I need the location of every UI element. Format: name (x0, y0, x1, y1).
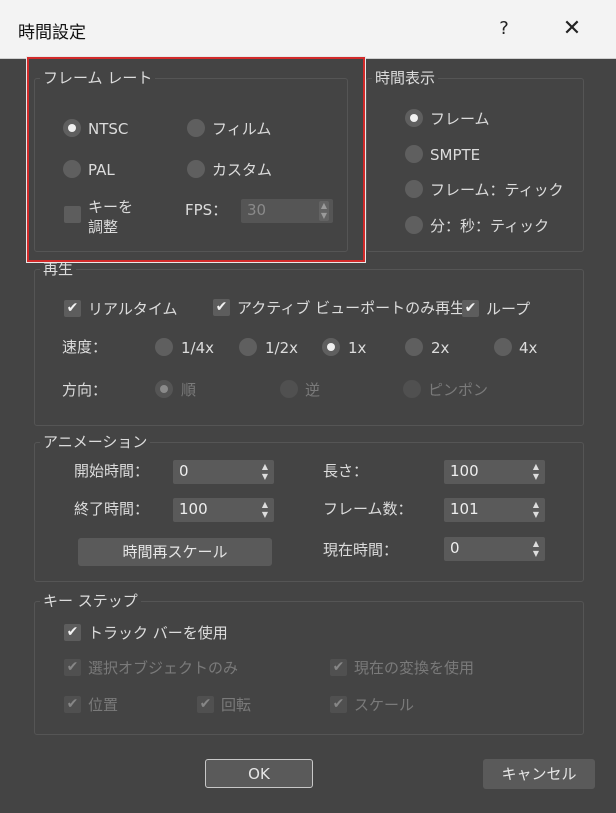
custom-radio[interactable] (187, 160, 205, 178)
ntsc-label: NTSC (88, 120, 129, 138)
position-label: 位置 (88, 696, 119, 714)
pal-radio[interactable] (63, 160, 81, 178)
current-time-value: 0 (450, 539, 460, 557)
loop-label: ループ (486, 300, 531, 318)
length-arrows[interactable]: ▲ ▼ (531, 462, 541, 482)
frame-count-label: フレーム数： (323, 500, 413, 518)
direction-forward-label: 順 (181, 381, 197, 399)
ok-label: OK (248, 765, 270, 783)
use-trackbar-checkbox[interactable]: ✔ (64, 624, 81, 641)
start-time-value: 0 (179, 462, 189, 480)
speed-quarter-label: 1/4x (181, 339, 215, 357)
cancel-label: キャンセル (501, 765, 577, 783)
fps-label: FPS： (185, 201, 228, 219)
start-time-label: 開始時間： (74, 462, 150, 480)
animation-title: アニメーション (40, 433, 151, 451)
frame-ticks-radio[interactable] (405, 180, 423, 198)
fps-spinner-arrows[interactable]: ▲ ▼ (319, 201, 329, 221)
direction-label: 方向： (62, 381, 108, 399)
length-value: 100 (450, 462, 479, 480)
start-time-arrows[interactable]: ▲ ▼ (260, 462, 270, 482)
active-viewport-checkbox[interactable]: ✔ (213, 299, 230, 316)
frames-label: フレーム (430, 110, 490, 128)
speed-half-label: 1/2x (265, 339, 299, 357)
direction-pingpong-label: ピンポン (428, 381, 489, 399)
current-time-arrows[interactable]: ▲ ▼ (531, 539, 541, 559)
window-title: 時間設定 (18, 23, 86, 43)
frame-count-arrows[interactable]: ▲ ▼ (531, 500, 541, 520)
use-trackbar-label: トラック バーを使用 (88, 624, 228, 642)
smpte-label: SMPTE (430, 146, 481, 164)
speed-1x-radio[interactable] (322, 338, 340, 356)
custom-label: カスタム (212, 161, 273, 179)
cancel-button[interactable]: キャンセル (483, 759, 595, 789)
close-button[interactable]: ✕ (556, 14, 588, 44)
fps-spinner[interactable]: 30 ▲ ▼ (241, 199, 333, 223)
frame-count-spinner[interactable]: 101 ▲ ▼ (444, 498, 545, 522)
speed-4x-label: 4x (519, 339, 538, 357)
use-current-transform-checkbox[interactable]: ✔ (330, 659, 347, 676)
film-label: フィルム (212, 120, 272, 138)
title-bar: 時間設定 ? ✕ (0, 0, 616, 59)
key-steps-title: キー ステップ (40, 592, 141, 610)
frame-count-value: 101 (450, 500, 479, 518)
speed-quarter-radio[interactable] (155, 338, 173, 356)
speed-label: 速度： (62, 338, 108, 356)
min-sec-ticks-radio[interactable] (405, 216, 423, 234)
direction-pingpong-radio[interactable] (403, 380, 421, 398)
pal-label: PAL (88, 161, 115, 179)
active-viewport-label: アクティブ ビューポートのみ再生 (237, 299, 466, 317)
selected-only-checkbox[interactable]: ✔ (64, 659, 81, 676)
film-radio[interactable] (187, 119, 205, 137)
end-time-arrows[interactable]: ▲ ▼ (260, 500, 270, 520)
direction-forward-radio[interactable] (155, 380, 173, 398)
smpte-radio[interactable] (405, 145, 423, 163)
frame-ticks-label: フレーム：ティック (430, 181, 564, 199)
fps-value: 30 (247, 201, 267, 219)
scale-checkbox[interactable]: ✔ (330, 696, 347, 713)
current-time-spinner[interactable]: 0 ▲ ▼ (444, 537, 545, 561)
realtime-checkbox[interactable]: ✔ (64, 300, 81, 317)
help-button[interactable]: ? (492, 14, 516, 44)
speed-half-radio[interactable] (239, 338, 257, 356)
end-time-label: 終了時間： (74, 500, 150, 518)
direction-reverse-label: 逆 (305, 381, 321, 399)
ntsc-radio[interactable] (63, 119, 81, 137)
end-time-spinner[interactable]: 100 ▲ ▼ (173, 498, 274, 522)
length-label: 長さ： (323, 462, 369, 480)
playback-title: 再生 (40, 260, 77, 278)
dialog-body: フレーム レート NTSC フィルム PAL カスタム ✔ キーを 調整 FPS… (0, 59, 616, 813)
direction-reverse-radio[interactable] (280, 380, 298, 398)
loop-checkbox[interactable]: ✔ (462, 300, 479, 317)
rescale-time-button[interactable]: 時間再スケール (78, 538, 272, 566)
current-time-label: 現在時間： (323, 541, 399, 559)
speed-2x-radio[interactable] (405, 338, 423, 356)
adjust-keys-label-1: キーを (88, 198, 134, 216)
scale-label: スケール (354, 696, 415, 714)
ok-button[interactable]: OK (205, 759, 313, 788)
adjust-keys-label-2: 調整 (88, 218, 119, 236)
selected-only-label: 選択オブジェクトのみ (88, 659, 239, 677)
speed-2x-label: 2x (431, 339, 450, 357)
frame-rate-title: フレーム レート (40, 69, 156, 87)
rotation-checkbox[interactable]: ✔ (197, 696, 214, 713)
end-time-value: 100 (179, 500, 208, 518)
speed-4x-radio[interactable] (494, 338, 512, 356)
min-sec-ticks-label: 分：秒：ティック (430, 217, 550, 235)
rotation-label: 回転 (221, 696, 252, 714)
start-time-spinner[interactable]: 0 ▲ ▼ (173, 460, 274, 484)
adjust-keys-checkbox[interactable]: ✔ (64, 206, 81, 223)
rescale-time-label: 時間再スケール (122, 543, 228, 561)
realtime-label: リアルタイム (88, 300, 178, 318)
time-display-title: 時間表示 (372, 69, 439, 87)
speed-1x-label: 1x (348, 339, 367, 357)
length-spinner[interactable]: 100 ▲ ▼ (444, 460, 545, 484)
use-current-transform-label: 現在の変換を使用 (354, 659, 475, 677)
frames-radio[interactable] (405, 109, 423, 127)
position-checkbox[interactable]: ✔ (64, 696, 81, 713)
